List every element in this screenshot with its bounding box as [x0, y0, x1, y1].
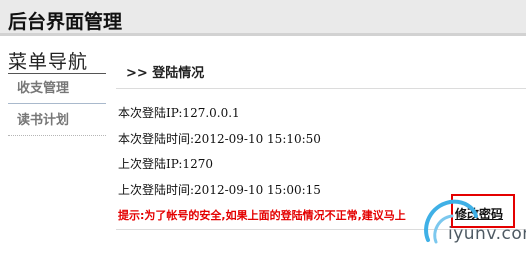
current-login-ip: 本次登陆IP:127.0.0.1: [118, 106, 240, 120]
header-bar: 后台界面管理: [0, 0, 526, 36]
last-login-time: 上次登陆时间:2012-09-10 15:00:15: [118, 183, 321, 197]
security-tip: 提示:为了帐号的安全,如果上面的登陆情况不正常,建议马上: [118, 209, 406, 222]
sidebar-title-divider: [8, 73, 106, 74]
sidebar-item-income-expense[interactable]: 收支管理: [8, 76, 106, 104]
watermark-text: iyunv.com: [448, 224, 526, 244]
app-title: 后台界面管理: [8, 11, 123, 33]
sidebar: 菜单导航 收支管理 读书计划: [0, 36, 108, 254]
current-login-time: 本次登陆时间:2012-09-10 15:10:50: [118, 132, 321, 146]
watermark: iyunv.com: [420, 196, 526, 254]
page-title: >> 登陆情况: [126, 66, 205, 81]
last-login-ip: 上次登陆IP:1270: [118, 157, 213, 171]
title-divider: [116, 88, 526, 89]
sidebar-item-reading-plan[interactable]: 读书计划: [8, 108, 106, 136]
sidebar-title: 菜单导航: [8, 51, 89, 73]
